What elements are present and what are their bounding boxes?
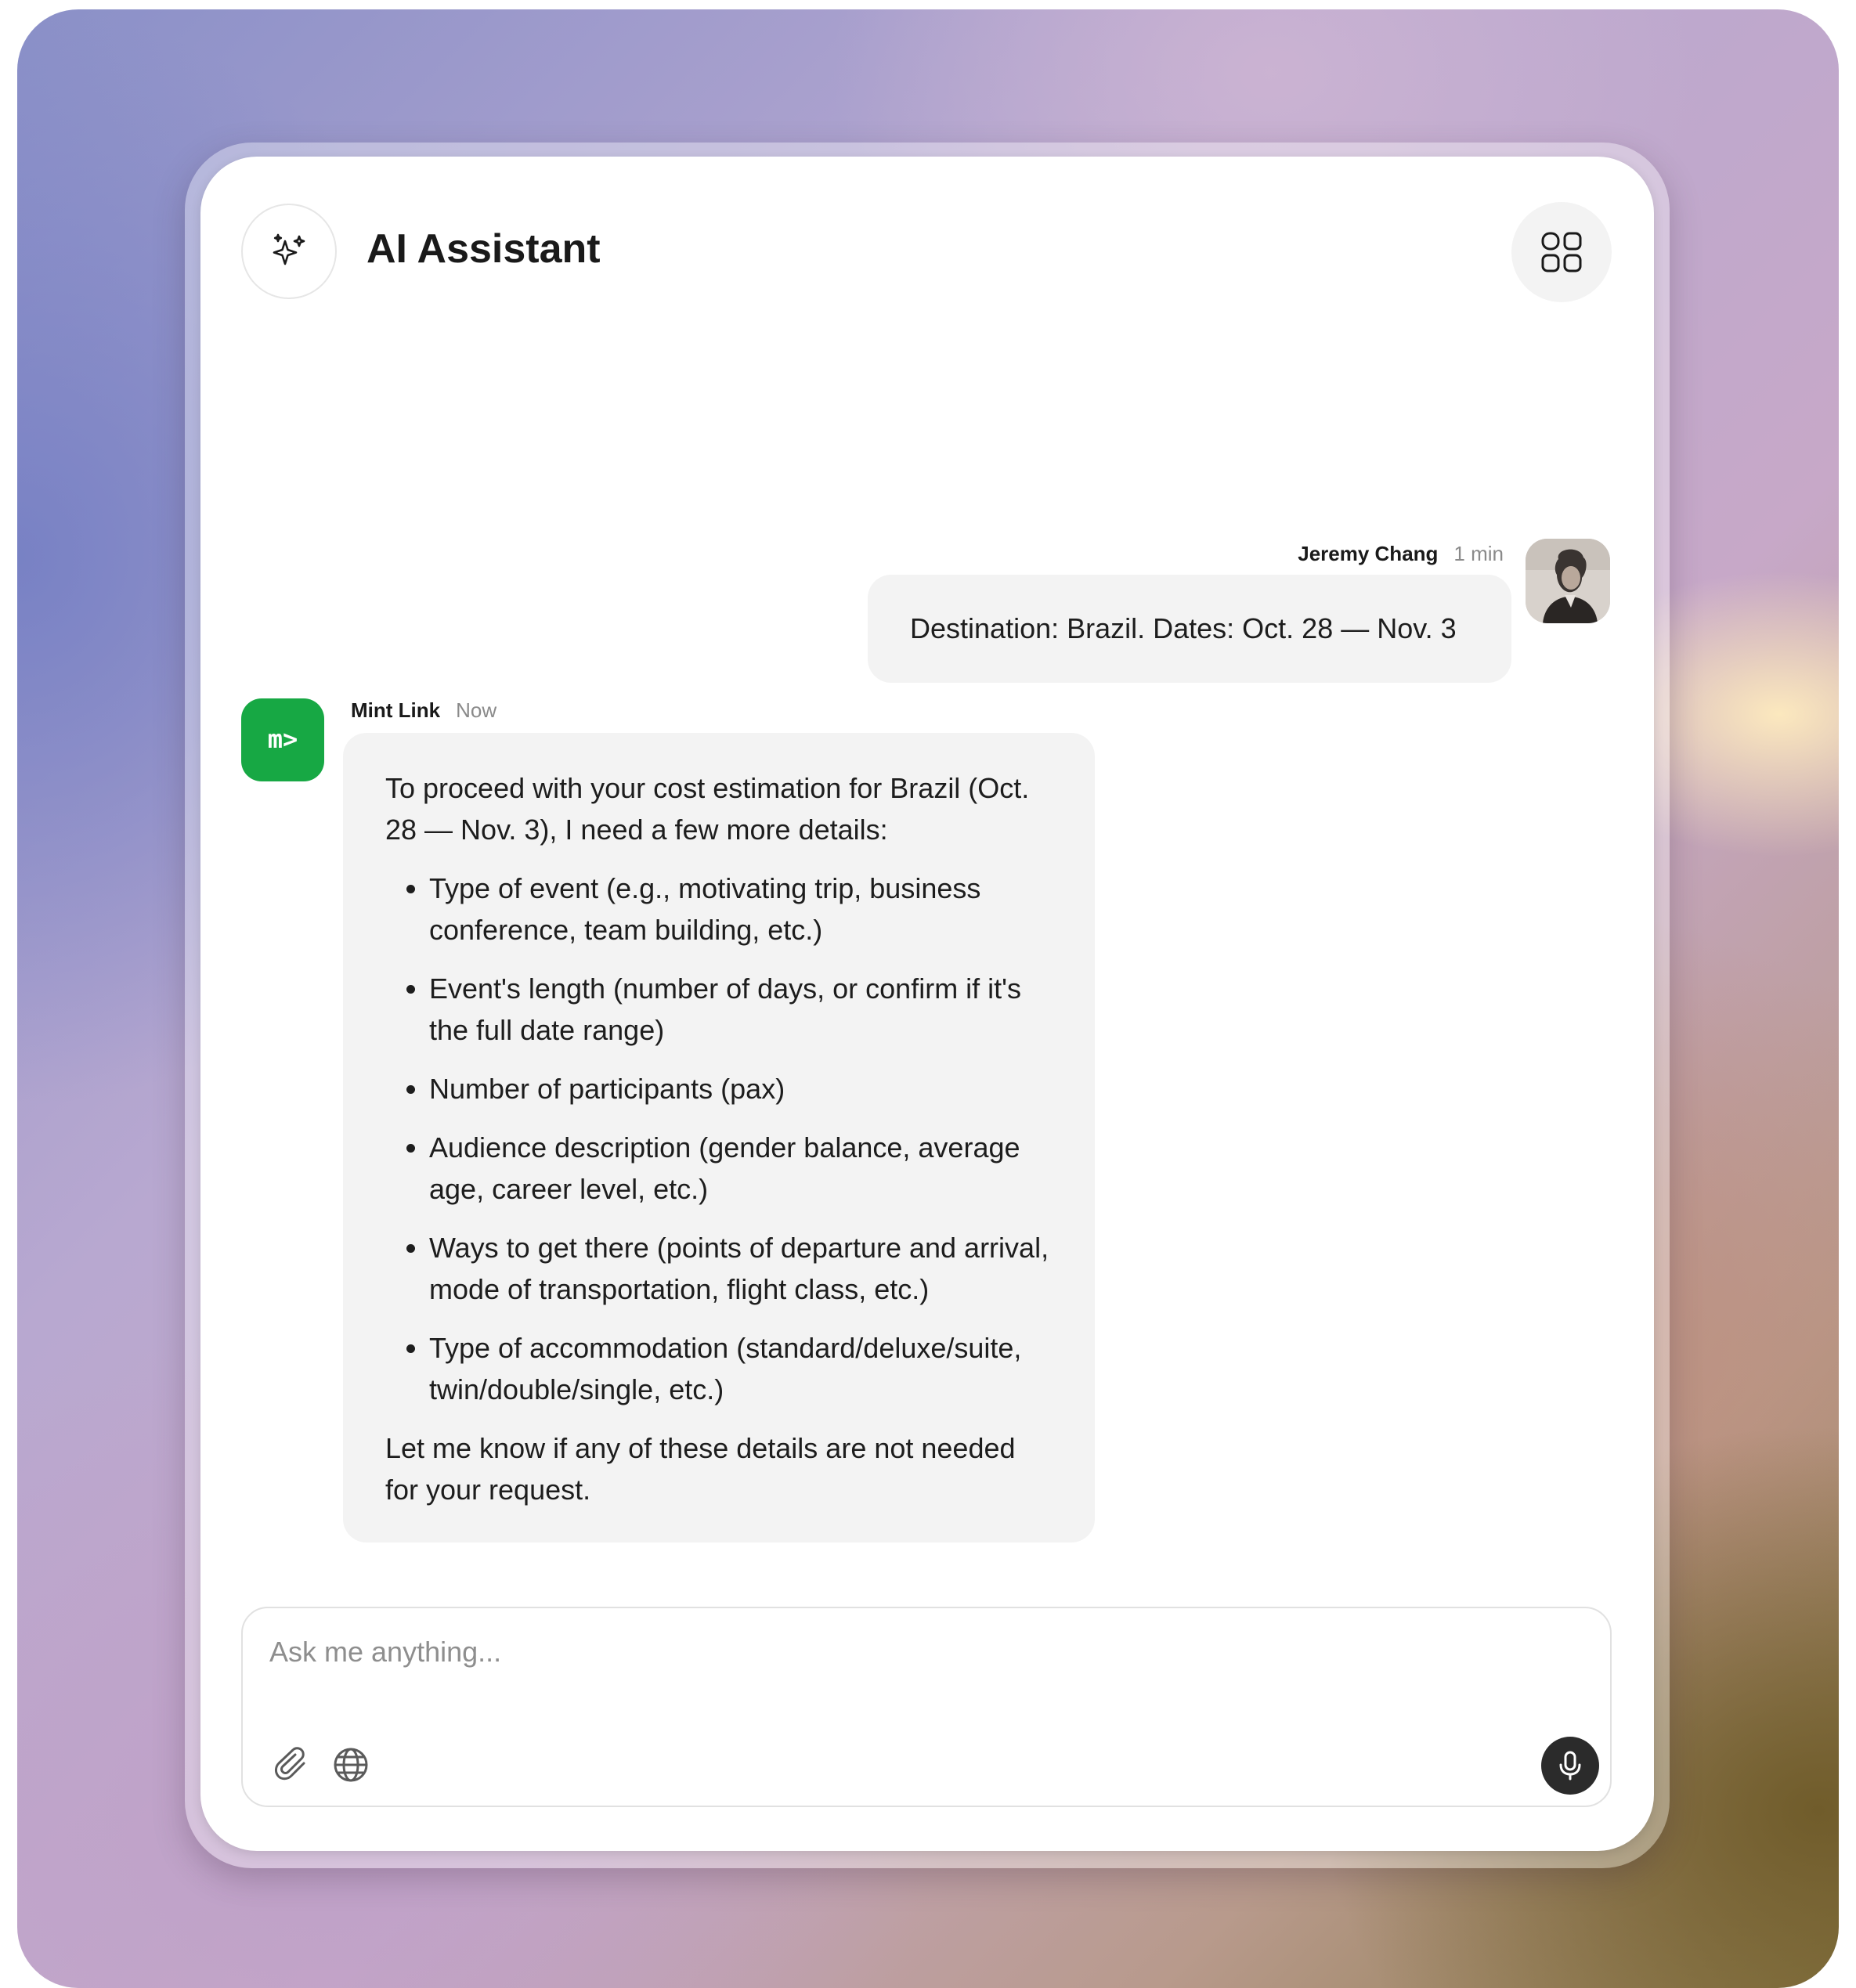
user-message-meta: Jeremy Chang 1 min [1298, 542, 1504, 566]
grid-apps-icon [1541, 232, 1582, 272]
assistant-window: AI Assistant Jeremy Chang 1 min Destinati… [200, 157, 1654, 1851]
bot-name: Mint Link [351, 698, 441, 722]
attach-button[interactable] [271, 1743, 315, 1787]
sparkles-icon [241, 204, 337, 299]
web-search-button[interactable] [329, 1743, 373, 1787]
bot-message-outro: Let me know if any of these details are … [385, 1432, 1016, 1506]
user-message-bubble: Destination: Brazil. Dates: Oct. 28 — No… [868, 575, 1511, 683]
list-item: Ways to get there (points of departure a… [429, 1227, 1053, 1310]
list-item: Event's length (number of days, or confi… [429, 968, 1053, 1051]
message-input[interactable] [269, 1629, 1522, 1676]
user-name: Jeremy Chang [1298, 542, 1439, 565]
list-item: Type of accommodation (standard/deluxe/s… [429, 1327, 1053, 1410]
page-title: AI Assistant [367, 226, 601, 272]
mint-link-logo-text: m> [268, 724, 298, 754]
list-item: Type of event (e.g., motivating trip, bu… [429, 868, 1053, 951]
user-avatar[interactable] [1526, 539, 1610, 623]
voice-input-button[interactable] [1541, 1737, 1599, 1795]
user-message-time: 1 min [1453, 542, 1504, 565]
message-composer [241, 1607, 1612, 1807]
paperclip-icon [275, 1747, 305, 1781]
globe-icon [334, 1748, 368, 1782]
list-item: Audience description (gender balance, av… [429, 1127, 1053, 1210]
mint-link-logo: m> [241, 698, 324, 781]
bot-message-intro: To proceed with your cost estimation for… [385, 772, 1030, 846]
bot-message-meta: Mint Link Now [351, 698, 496, 723]
bot-message-time: Now [456, 698, 497, 722]
requirements-list: Type of event (e.g., motivating trip, bu… [385, 868, 1053, 1410]
microphone-icon [1559, 1751, 1581, 1781]
bot-message-bubble: To proceed with your cost estimation for… [343, 733, 1095, 1542]
list-item: Number of participants (pax) [429, 1068, 1053, 1109]
apps-button[interactable] [1511, 202, 1612, 302]
